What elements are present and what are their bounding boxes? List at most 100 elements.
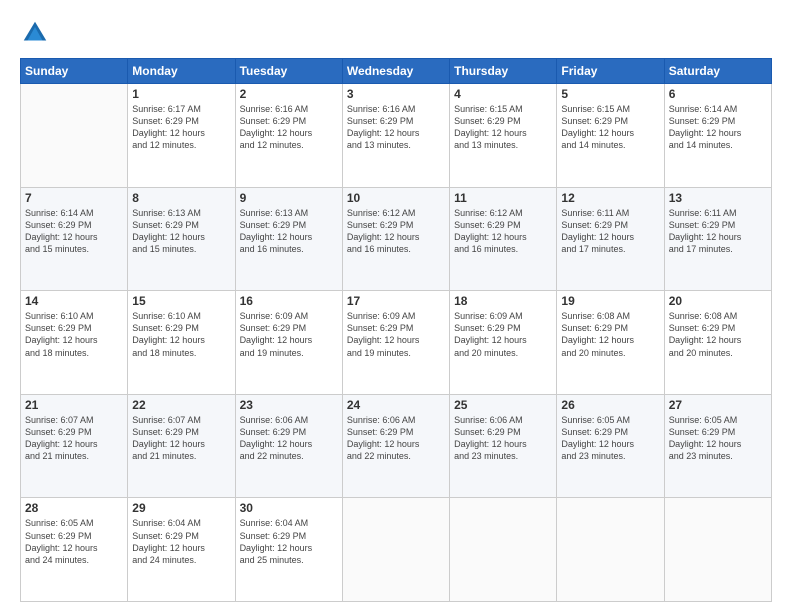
day-info: Sunrise: 6:09 AM Sunset: 6:29 PM Dayligh… [347,310,445,359]
day-number: 2 [240,87,338,101]
calendar-cell: 14Sunrise: 6:10 AM Sunset: 6:29 PM Dayli… [21,291,128,395]
calendar-cell: 4 Sunrise: 6:15 AM Sunset: 6:29 PM Daylig… [450,84,557,188]
day-number: 13 [669,191,767,205]
day-number: 17 [347,294,445,308]
day-number: 25 [454,398,552,412]
day-number: 26 [561,398,659,412]
day-number: 18 [454,294,552,308]
calendar-cell: 9 Sunrise: 6:13 AM Sunset: 6:29 PM Daylig… [235,187,342,291]
calendar-cell: 18 Sunrise: 6:09 AM Sunset: 6:29 PM Dayli… [450,291,557,395]
calendar-cell: 7 Sunrise: 6:14 AM Sunset: 6:29 PM Daylig… [21,187,128,291]
weekday-header-saturday: Saturday [664,59,771,84]
calendar-cell: 16 Sunrise: 6:09 AM Sunset: 6:29 PM Dayli… [235,291,342,395]
day-number: 15 [132,294,230,308]
day-info: Sunrise: 6:05 AM Sunset: 6:29 PM Dayligh… [669,414,767,463]
weekday-header-wednesday: Wednesday [342,59,449,84]
calendar-cell: 10 Sunrise: 6:12 AM Sunset: 6:29 PM Dayli… [342,187,449,291]
logo [20,18,54,48]
calendar-cell: 30 Sunrise: 6:04 AM Sunset: 6:29 PM Dayli… [235,498,342,602]
logo-icon [20,18,50,48]
day-info: Sunrise: 6:09 AM Sunset: 6:29 PM Dayligh… [240,310,338,359]
calendar-cell [450,498,557,602]
day-info: Sunrise: 6:15 AM Sunset: 6:29 PM Dayligh… [561,103,659,152]
day-info: Sunrise: 6:13 AM Sunset: 6:29 PM Dayligh… [132,207,230,256]
day-info: Sunrise: 6:04 AM Sunset: 6:29 PM Dayligh… [240,517,338,566]
day-number: 7 [25,191,123,205]
day-number: 10 [347,191,445,205]
week-row-5: 28 Sunrise: 6:05 AM Sunset: 6:29 PM Dayli… [21,498,772,602]
day-info: Sunrise: 6:14 AM Sunset: 6:29 PM Dayligh… [669,103,767,152]
calendar-cell [664,498,771,602]
day-info: Sunrise: 6:06 AM Sunset: 6:29 PM Dayligh… [240,414,338,463]
day-info: Sunrise: 6:11 AM Sunset: 6:29 PM Dayligh… [669,207,767,256]
calendar-cell: 22Sunrise: 6:07 AM Sunset: 6:29 PM Dayli… [128,394,235,498]
week-row-4: 21 Sunrise: 6:07 AM Sunset: 6:29 PM Dayli… [21,394,772,498]
week-row-1: 1Sunrise: 6:17 AM Sunset: 6:29 PM Daylig… [21,84,772,188]
day-info: Sunrise: 6:08 AM Sunset: 6:29 PM Dayligh… [561,310,659,359]
weekday-header-row: SundayMondayTuesdayWednesdayThursdayFrid… [21,59,772,84]
day-info: Sunrise: 6:17 AM Sunset: 6:29 PM Dayligh… [132,103,230,152]
day-info: Sunrise: 6:06 AM Sunset: 6:29 PM Dayligh… [347,414,445,463]
calendar-cell: 3Sunrise: 6:16 AM Sunset: 6:29 PM Daylig… [342,84,449,188]
calendar-cell: 26 Sunrise: 6:05 AM Sunset: 6:29 PM Dayli… [557,394,664,498]
day-info: Sunrise: 6:13 AM Sunset: 6:29 PM Dayligh… [240,207,338,256]
day-number: 20 [669,294,767,308]
day-info: Sunrise: 6:11 AM Sunset: 6:29 PM Dayligh… [561,207,659,256]
day-number: 11 [454,191,552,205]
day-info: Sunrise: 6:14 AM Sunset: 6:29 PM Dayligh… [25,207,123,256]
day-info: Sunrise: 6:04 AM Sunset: 6:29 PM Dayligh… [132,517,230,566]
day-number: 27 [669,398,767,412]
calendar-cell: 5 Sunrise: 6:15 AM Sunset: 6:29 PM Daylig… [557,84,664,188]
header [20,18,772,48]
calendar-table: SundayMondayTuesdayWednesdayThursdayFrid… [20,58,772,602]
day-number: 16 [240,294,338,308]
day-number: 6 [669,87,767,101]
calendar-cell: 21 Sunrise: 6:07 AM Sunset: 6:29 PM Dayli… [21,394,128,498]
day-info: Sunrise: 6:15 AM Sunset: 6:29 PM Dayligh… [454,103,552,152]
calendar-cell [342,498,449,602]
day-info: Sunrise: 6:07 AM Sunset: 6:29 PM Dayligh… [132,414,230,463]
weekday-header-thursday: Thursday [450,59,557,84]
day-info: Sunrise: 6:09 AM Sunset: 6:29 PM Dayligh… [454,310,552,359]
calendar-cell [557,498,664,602]
day-number: 9 [240,191,338,205]
day-info: Sunrise: 6:07 AM Sunset: 6:29 PM Dayligh… [25,414,123,463]
day-number: 29 [132,501,230,515]
day-number: 5 [561,87,659,101]
calendar-cell: 2 Sunrise: 6:16 AM Sunset: 6:29 PM Daylig… [235,84,342,188]
day-info: Sunrise: 6:12 AM Sunset: 6:29 PM Dayligh… [454,207,552,256]
calendar-cell: 12 Sunrise: 6:11 AM Sunset: 6:29 PM Dayli… [557,187,664,291]
weekday-header-tuesday: Tuesday [235,59,342,84]
calendar-cell: 29 Sunrise: 6:04 AM Sunset: 6:29 PM Dayli… [128,498,235,602]
calendar-cell: 17 Sunrise: 6:09 AM Sunset: 6:29 PM Dayli… [342,291,449,395]
week-row-3: 14 Sunrise: 6:10 AM Sunset: 6:29 PM Dayli… [21,291,772,395]
day-info: Sunrise: 6:10 AM Sunset: 6:29 PM Dayligh… [132,310,230,359]
weekday-header-monday: Monday [128,59,235,84]
day-number: 19 [561,294,659,308]
day-number: 8 [132,191,230,205]
calendar-cell: 19 Sunrise: 6:08 AM Sunset: 6:29 PM Dayli… [557,291,664,395]
day-number: 23 [240,398,338,412]
calendar-cell: 20 Sunrise: 6:08 AM Sunset: 6:29 PM Dayli… [664,291,771,395]
day-number: 14 [25,294,123,308]
week-row-2: 7 Sunrise: 6:14 AM Sunset: 6:29 PM Daylig… [21,187,772,291]
day-info: Sunrise: 6:05 AM Sunset: 6:29 PM Dayligh… [561,414,659,463]
day-number: 24 [347,398,445,412]
day-number: 12 [561,191,659,205]
day-number: 28 [25,501,123,515]
calendar-cell: 23 Sunrise: 6:06 AM Sunset: 6:29 PM Dayli… [235,394,342,498]
calendar-cell: 25Sunrise: 6:06 AM Sunset: 6:29 PM Dayli… [450,394,557,498]
day-info: Sunrise: 6:12 AM Sunset: 6:29 PM Dayligh… [347,207,445,256]
calendar-cell: 6 Sunrise: 6:14 AM Sunset: 6:29 PM Daylig… [664,84,771,188]
day-number: 21 [25,398,123,412]
calendar-cell: 24 Sunrise: 6:06 AM Sunset: 6:29 PM Dayli… [342,394,449,498]
page: SundayMondayTuesdayWednesdayThursdayFrid… [0,0,792,612]
day-info: Sunrise: 6:16 AM Sunset: 6:29 PM Dayligh… [240,103,338,152]
day-number: 30 [240,501,338,515]
day-info: Sunrise: 6:05 AM Sunset: 6:29 PM Dayligh… [25,517,123,566]
day-info: Sunrise: 6:08 AM Sunset: 6:29 PM Dayligh… [669,310,767,359]
weekday-header-friday: Friday [557,59,664,84]
calendar-cell: 27 Sunrise: 6:05 AM Sunset: 6:29 PM Dayli… [664,394,771,498]
calendar-cell: 11 Sunrise: 6:12 AM Sunset: 6:29 PM Dayli… [450,187,557,291]
day-number: 4 [454,87,552,101]
